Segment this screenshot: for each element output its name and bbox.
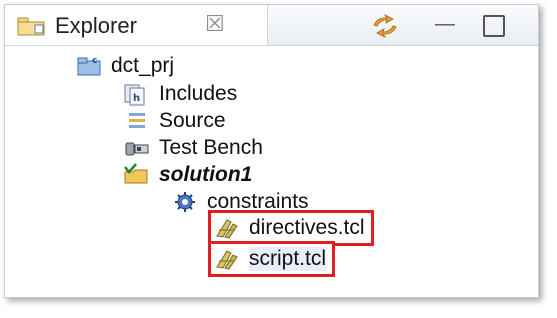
folder-tree-icon bbox=[17, 17, 45, 36]
view-header: Explorer ☒ — bbox=[5, 5, 538, 46]
minimize-button[interactable]: — bbox=[435, 13, 455, 36]
tree-item-script-tcl[interactable]: script.tcl bbox=[208, 241, 336, 277]
script-label: script.tcl bbox=[249, 247, 327, 271]
tcl-script-icon bbox=[216, 250, 238, 270]
tcl-script-icon bbox=[216, 219, 238, 239]
includes-icon: h bbox=[124, 84, 145, 106]
svg-text:h: h bbox=[133, 93, 140, 104]
project-folder-icon: c bbox=[77, 56, 101, 76]
tree-item-solution[interactable]: solution1 bbox=[123, 161, 252, 189]
solution-folder-icon bbox=[124, 163, 148, 184]
solution-label: solution1 bbox=[159, 163, 253, 186]
tree-item-project[interactable]: c dct_prj bbox=[75, 52, 174, 80]
svg-text:c: c bbox=[92, 56, 97, 66]
sync-icon[interactable] bbox=[370, 13, 400, 39]
test-bench-label: Test Bench bbox=[159, 136, 263, 159]
explorer-window: Explorer ☒ — c dct_prj h Includes Source… bbox=[0, 0, 557, 318]
test-bench-icon bbox=[125, 142, 149, 156]
directives-label: directives.tcl bbox=[249, 216, 365, 239]
project-name: dct_prj bbox=[111, 54, 175, 77]
constraints-gear-icon bbox=[175, 192, 195, 212]
tree-item-source[interactable]: Source bbox=[123, 107, 226, 135]
explorer-tab[interactable]: Explorer ☒ bbox=[5, 5, 268, 45]
explorer-panel: Explorer ☒ — c dct_prj h Includes Source… bbox=[4, 4, 539, 298]
explorer-tab-title: Explorer bbox=[55, 13, 137, 38]
source-label: Source bbox=[159, 109, 226, 132]
source-icon bbox=[129, 113, 145, 128]
close-icon[interactable]: ☒ bbox=[205, 11, 225, 37]
tree-item-test-bench[interactable]: Test Bench bbox=[123, 134, 263, 162]
tree-item-includes[interactable]: h Includes bbox=[123, 80, 237, 108]
includes-label: Includes bbox=[159, 82, 238, 105]
maximize-button[interactable] bbox=[483, 15, 505, 37]
